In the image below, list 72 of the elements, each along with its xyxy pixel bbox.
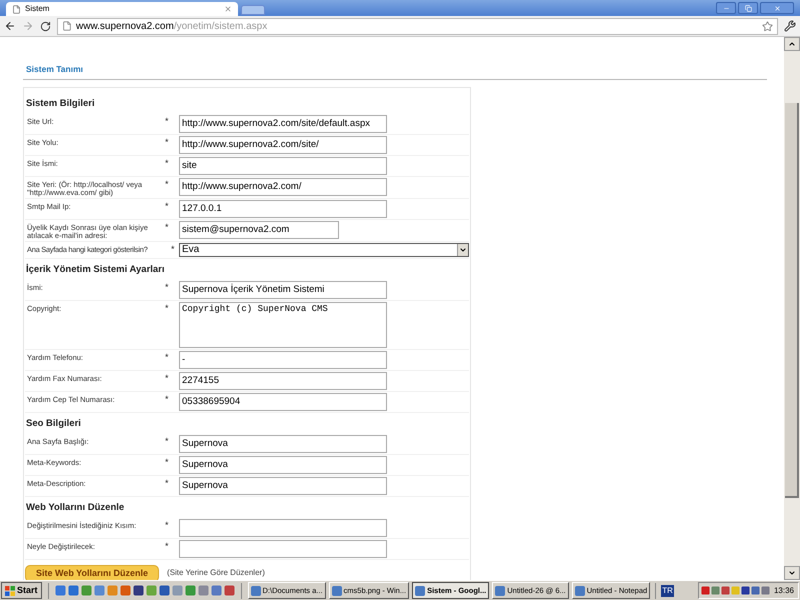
text-field[interactable]: 2274155 [179, 372, 387, 390]
language-indicator[interactable]: TR [661, 584, 674, 596]
windows-logo-icon [5, 586, 15, 596]
quick-launch-icon[interactable] [68, 585, 79, 596]
required-marker: * [165, 156, 170, 168]
email-field[interactable]: sistem@supernova2.com [179, 220, 339, 239]
quick-launch-icon[interactable] [54, 585, 66, 596]
clock: 13:36 [774, 584, 794, 596]
required-marker: * [165, 114, 170, 126]
text-field[interactable]: http://www.supernova2.com/ [179, 178, 387, 196]
page-icon [12, 4, 21, 14]
text-field[interactable]: 05338695904 [179, 392, 387, 411]
quick-launch-icon[interactable] [158, 585, 170, 596]
section-heading: Web Yollarını Düzenle [25, 500, 126, 515]
app-icon [415, 586, 426, 596]
required-marker: * [165, 178, 170, 189]
restore-icon[interactable] [744, 4, 752, 12]
copyright-textarea[interactable]: Copyright (c) SuperNova CMS [179, 302, 387, 348]
required-marker: * [165, 200, 170, 211]
new-tab-button[interactable] [241, 5, 265, 15]
required-marker: * [165, 392, 170, 404]
required-marker: * [165, 302, 170, 313]
reload-icon[interactable] [40, 20, 51, 32]
close-icon[interactable] [224, 5, 232, 13]
url-text: www.supernova2.com/yonetim/sistem.aspx [76, 20, 268, 34]
section-heading: Sistem Bilgileri [25, 96, 96, 111]
app-icon [250, 586, 261, 596]
text-field[interactable]: site [179, 156, 387, 175]
address-bar[interactable]: www.supernova2.com/yonetim/sistem.aspx [57, 18, 778, 34]
app-icon [574, 586, 585, 596]
app-icon [332, 586, 342, 596]
required-marker: * [165, 540, 170, 551]
bookmark-star-icon[interactable] [762, 20, 773, 32]
text-field[interactable]: Supernova [179, 434, 387, 453]
button-note: (Site Yerine Göre Düzenler) [167, 567, 265, 580]
text-field[interactable]: Supernova [179, 476, 387, 495]
required-marker: * [165, 518, 170, 530]
text-field[interactable]: http://www.supernova2.com/site/ [179, 136, 387, 154]
text-field[interactable] [179, 540, 387, 558]
required-marker: * [165, 456, 170, 467]
text-field[interactable]: http://www.supernova2.com/site/default.aspx [179, 114, 387, 133]
text-field[interactable]: Supernova [179, 456, 387, 474]
category-select[interactable]: Eva [179, 242, 469, 257]
browser-tab[interactable]: Sistem [6, 2, 238, 16]
text-field[interactable] [179, 518, 387, 537]
text-field[interactable]: - [179, 350, 387, 369]
required-marker: * [165, 220, 170, 232]
required-marker: * [165, 434, 170, 446]
scrollbar[interactable] [784, 37, 800, 580]
quick-launch-icon[interactable] [224, 585, 235, 596]
forward-icon[interactable] [22, 20, 34, 32]
section-heading: Seo Bilgileri [25, 416, 82, 431]
scroll-up-icon[interactable] [788, 40, 796, 48]
required-marker: * [171, 242, 176, 254]
required-marker: * [165, 136, 170, 147]
start-button[interactable]: Start [1, 582, 42, 599]
required-marker: * [165, 280, 170, 292]
required-marker: * [165, 476, 170, 488]
scroll-down-icon[interactable] [788, 569, 796, 577]
text-field[interactable]: Supernova İçerik Yönetim Sistemi [179, 280, 387, 299]
scrollbar-thumb[interactable] [785, 103, 799, 498]
edit-paths-button[interactable]: Site Web Yollarını Düzenle [25, 564, 160, 580]
text-field[interactable]: 127.0.0.1 [179, 200, 387, 218]
quick-launch-icon[interactable] [132, 585, 144, 596]
settings-icon[interactable] [784, 20, 796, 32]
app-icon [495, 586, 506, 596]
section-heading: İçerik Yönetim Sistemi Ayarları [25, 262, 166, 277]
required-marker: * [165, 372, 170, 383]
back-icon[interactable] [4, 20, 16, 32]
page-icon [62, 21, 72, 31]
required-marker: * [165, 350, 170, 362]
page-title: Sistem Tanımı [25, 63, 84, 76]
